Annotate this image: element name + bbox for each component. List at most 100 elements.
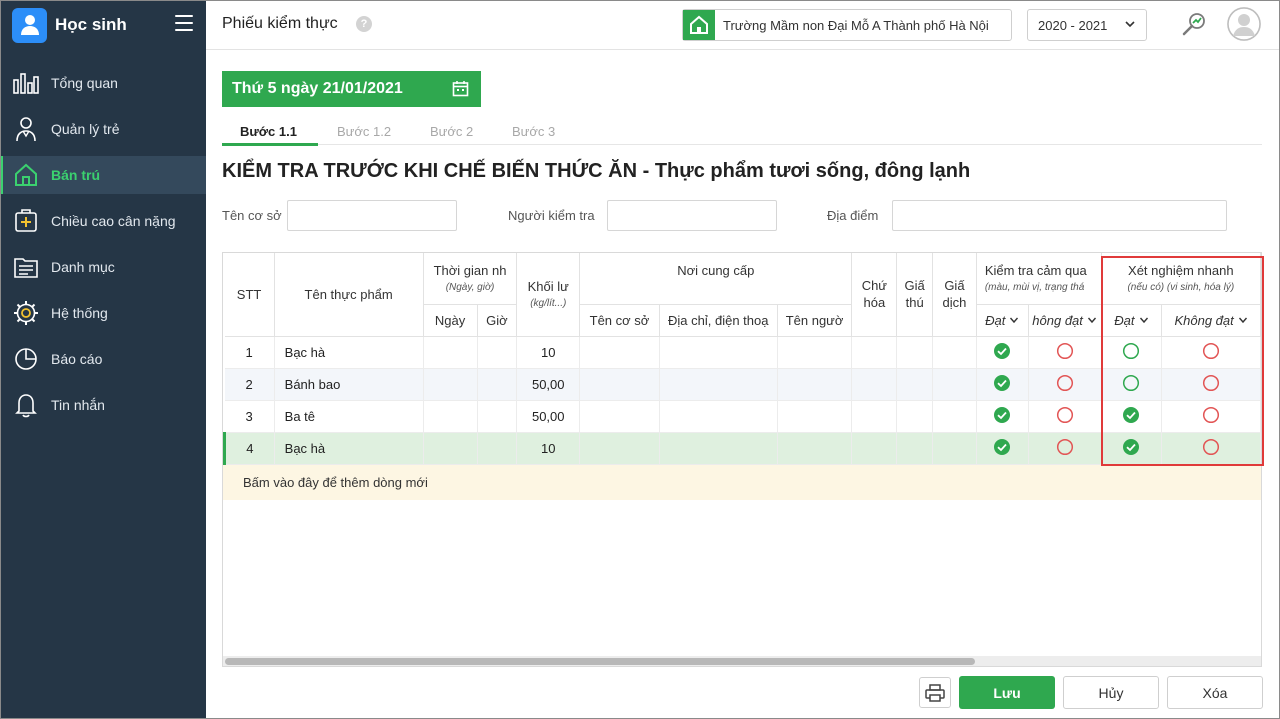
cell-hour[interactable] — [477, 432, 518, 465]
calendar-icon[interactable] — [452, 80, 469, 97]
cell-sensory-pass[interactable] — [976, 432, 1029, 465]
scrollbar-thumb[interactable] — [225, 658, 975, 665]
cell-date[interactable] — [423, 336, 478, 369]
cell-date[interactable] — [423, 368, 478, 401]
tab-step-1-1[interactable]: Bước 1.1 — [240, 124, 297, 139]
sidebar-item-8[interactable]: Tin nhắn — [0, 386, 206, 424]
date-picker[interactable]: Thứ 5 ngày 21/01/2021 — [222, 71, 481, 107]
cell-supplier-name[interactable] — [579, 432, 660, 465]
selected-date: Thứ 5 ngày 21/01/2021 — [232, 80, 403, 97]
cell-cert-2[interactable] — [932, 336, 977, 369]
cell-cert-2[interactable] — [932, 368, 977, 401]
cell-supplier-person[interactable] — [777, 336, 853, 369]
cell-sensory-fail[interactable] — [1028, 368, 1102, 401]
cell-food-name[interactable]: Bạc hà — [274, 336, 424, 369]
sidebar-item-6[interactable]: Hệ thống — [0, 294, 206, 332]
cell-signature[interactable] — [851, 336, 898, 369]
cell-stt: 4 — [223, 432, 275, 465]
cell-food-name[interactable]: Bạc hà — [274, 432, 424, 465]
cell-sensory-pass[interactable] — [976, 336, 1029, 369]
cell-cert-1[interactable] — [896, 336, 934, 369]
cancel-button[interactable]: Hủy — [1063, 676, 1159, 709]
check-circle-icon[interactable] — [993, 342, 1011, 360]
help-icon[interactable]: ? — [356, 16, 372, 32]
tab-step-3[interactable]: Bước 3 — [512, 124, 555, 139]
sidebar-item-label: Tin nhắn — [51, 397, 105, 413]
sidebar-item-1[interactable]: Tổng quan — [0, 64, 206, 102]
cell-signature[interactable] — [851, 432, 898, 465]
fail-radio-icon[interactable] — [1056, 374, 1074, 392]
sidebar-item-2[interactable]: Quản lý trẻ — [0, 110, 206, 148]
horizontal-scrollbar[interactable] — [223, 656, 1261, 666]
plus-box-icon — [12, 207, 40, 235]
save-button[interactable]: Lưu — [959, 676, 1055, 709]
header-weight: Khối lư (kg/lít...) — [516, 253, 581, 337]
sidebar-item-label: Báo cáo — [51, 351, 103, 367]
fail-radio-icon[interactable] — [1056, 342, 1074, 360]
sensory-fail-filter[interactable]: hông đạt — [1028, 304, 1102, 337]
cell-weight[interactable]: 50,00 — [516, 368, 581, 401]
menu-toggle-icon[interactable] — [175, 15, 193, 31]
cell-signature[interactable] — [851, 400, 898, 433]
cell-food-name[interactable]: Bánh bao — [274, 368, 424, 401]
cell-cert-1[interactable] — [896, 432, 934, 465]
location-input[interactable] — [892, 200, 1227, 231]
cell-weight[interactable]: 50,00 — [516, 400, 581, 433]
cell-date[interactable] — [423, 432, 478, 465]
tab-step-2[interactable]: Bước 2 — [430, 124, 473, 139]
avatar[interactable] — [1227, 7, 1261, 41]
header-hour: Giờ — [477, 304, 518, 337]
check-circle-icon[interactable] — [993, 438, 1011, 456]
cell-hour[interactable] — [477, 336, 518, 369]
cell-supplier-address[interactable] — [659, 432, 778, 465]
facility-input[interactable] — [287, 200, 457, 231]
search-analytics-icon[interactable] — [1180, 10, 1208, 38]
inspector-input[interactable] — [607, 200, 777, 231]
cell-sensory-fail[interactable] — [1028, 400, 1102, 433]
cell-supplier-person[interactable] — [777, 432, 853, 465]
cell-hour[interactable] — [477, 400, 518, 433]
tab-step-1-2[interactable]: Bước 1.2 — [337, 124, 391, 139]
cell-sensory-pass[interactable] — [976, 400, 1029, 433]
cell-weight[interactable]: 10 — [516, 432, 581, 465]
school-year-select[interactable]: 2020 - 2021 — [1027, 9, 1147, 41]
check-circle-icon[interactable] — [993, 374, 1011, 392]
cell-food-name[interactable]: Ba tê — [274, 400, 424, 433]
cell-supplier-name[interactable] — [579, 400, 660, 433]
delete-button[interactable]: Xóa — [1167, 676, 1263, 709]
sidebar-item-5[interactable]: Danh mục — [0, 248, 206, 286]
cell-date[interactable] — [423, 400, 478, 433]
school-selector[interactable]: Trường Mầm non Đại Mỗ A Thành phố Hà Nội — [682, 9, 1012, 41]
cell-cert-1[interactable] — [896, 400, 934, 433]
chevron-down-icon — [1087, 317, 1096, 324]
sidebar-item-3[interactable]: Bán trú — [0, 156, 206, 194]
cell-sensory-fail[interactable] — [1028, 336, 1102, 369]
sidebar-item-7[interactable]: Báo cáo — [0, 340, 206, 378]
print-button[interactable] — [919, 677, 951, 708]
cell-cert-1[interactable] — [896, 368, 934, 401]
cell-supplier-name[interactable] — [579, 336, 660, 369]
sensory-pass-filter[interactable]: Đạt — [976, 304, 1029, 337]
cell-supplier-person[interactable] — [777, 368, 853, 401]
add-row-button[interactable]: Bấm vào đây để thêm dòng mới — [223, 465, 1261, 500]
cell-sensory-pass[interactable] — [976, 368, 1029, 401]
fail-radio-icon[interactable] — [1056, 406, 1074, 424]
cell-hour[interactable] — [477, 368, 518, 401]
inspector-label: Người kiểm tra — [508, 208, 595, 223]
cell-weight[interactable]: 10 — [516, 336, 581, 369]
sidebar-item-label: Hệ thống — [51, 305, 108, 321]
page-title: Phiếu kiểm thực — [222, 15, 338, 32]
sidebar-item-4[interactable]: Chiều cao cân nặng — [0, 202, 206, 240]
cell-cert-2[interactable] — [932, 432, 977, 465]
check-circle-icon[interactable] — [993, 406, 1011, 424]
header-cert-1: Giấ thú — [896, 253, 934, 337]
cell-signature[interactable] — [851, 368, 898, 401]
cell-supplier-address[interactable] — [659, 400, 778, 433]
cell-sensory-fail[interactable] — [1028, 432, 1102, 465]
cell-supplier-address[interactable] — [659, 368, 778, 401]
fail-radio-icon[interactable] — [1056, 438, 1074, 456]
cell-supplier-name[interactable] — [579, 368, 660, 401]
cell-cert-2[interactable] — [932, 400, 977, 433]
cell-supplier-person[interactable] — [777, 400, 853, 433]
cell-supplier-address[interactable] — [659, 336, 778, 369]
